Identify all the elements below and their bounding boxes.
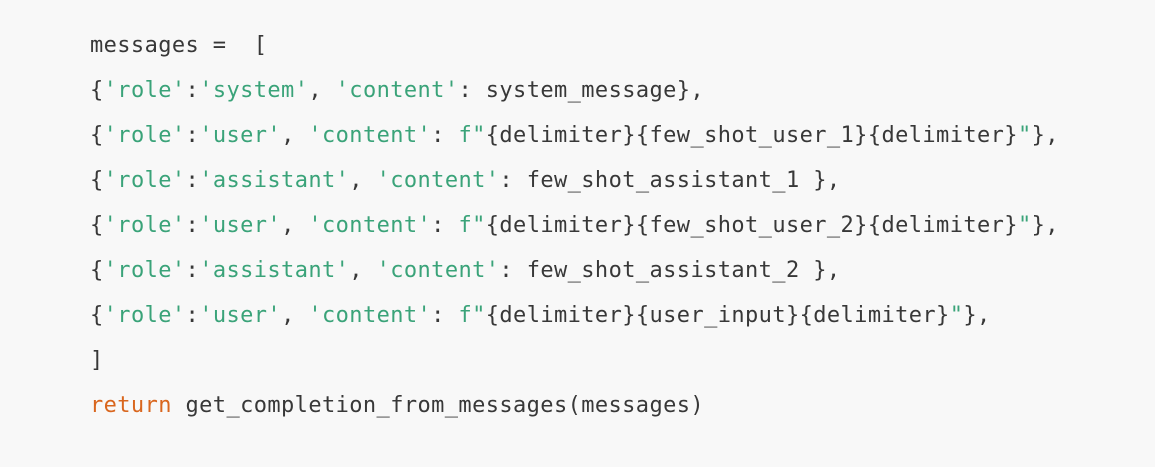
code-token: : [185, 78, 200, 103]
code-token: : few_shot_assistant_1 }, [499, 168, 841, 193]
code-token: : [431, 213, 459, 238]
code-line: return get_completion_from_messages(mess… [90, 383, 1155, 428]
code-token: , [281, 123, 309, 148]
string-token: 'assistant' [199, 258, 350, 283]
string-token: 'content' [376, 168, 500, 193]
code-token: {delimiter}{user_input}{delimiter} [485, 303, 950, 328]
code-token: { [90, 258, 104, 283]
string-token: 'role' [103, 303, 186, 328]
string-token: 'assistant' [199, 168, 350, 193]
string-token: f" [458, 303, 486, 328]
code-token: , [281, 213, 309, 238]
string-token: " [949, 303, 964, 328]
code-block: messages = [{'role':'system', 'content':… [90, 23, 1155, 428]
string-token: 'system' [199, 78, 309, 103]
code-token: : system_message}, [458, 78, 705, 103]
code-line: {'role':'assistant', 'content': few_shot… [90, 248, 1155, 293]
string-token: 'role' [103, 123, 186, 148]
code-token: { [90, 303, 104, 328]
string-token: 'role' [103, 213, 186, 238]
code-token: {delimiter}{few_shot_user_1}{delimiter} [485, 123, 1018, 148]
code-line: {'role':'user', 'content': f"{delimiter}… [90, 113, 1155, 158]
code-token: ] [90, 348, 104, 373]
code-token: : [431, 303, 459, 328]
code-token: }, [963, 303, 991, 328]
code-token: messages = [ [90, 33, 268, 58]
code-token: { [90, 123, 104, 148]
code-token: : few_shot_assistant_2 }, [499, 258, 841, 283]
code-token: }, [1031, 123, 1059, 148]
code-line: ] [90, 338, 1155, 383]
code-token: { [90, 213, 104, 238]
code-line: {'role':'user', 'content': f"{delimiter}… [90, 203, 1155, 248]
code-token: , [349, 258, 377, 283]
string-token: 'role' [103, 258, 186, 283]
code-token: }, [1031, 213, 1059, 238]
string-token: f" [458, 123, 486, 148]
code-token: : [431, 123, 459, 148]
code-token: : [185, 258, 200, 283]
code-line: {'role':'system', 'content': system_mess… [90, 68, 1155, 113]
keyword-token: return [90, 393, 172, 418]
code-line: messages = [ [90, 23, 1155, 68]
code-line: {'role':'assistant', 'content': few_shot… [90, 158, 1155, 203]
string-token: f" [458, 213, 486, 238]
string-token: 'content' [308, 213, 432, 238]
code-token: , [281, 303, 309, 328]
string-token: 'role' [103, 168, 186, 193]
code-line: {'role':'user', 'content': f"{delimiter}… [90, 293, 1155, 338]
code-token: , [308, 78, 336, 103]
string-token: 'user' [199, 123, 282, 148]
string-token: 'content' [308, 123, 432, 148]
code-token: : [185, 303, 200, 328]
code-token: : [185, 213, 200, 238]
code-token: {delimiter}{few_shot_user_2}{delimiter} [485, 213, 1018, 238]
code-token: : [185, 123, 200, 148]
string-token: 'content' [335, 78, 459, 103]
string-token: 'user' [199, 303, 282, 328]
code-token: : [185, 168, 200, 193]
string-token: 'content' [376, 258, 500, 283]
code-token: , [349, 168, 377, 193]
string-token: " [1017, 213, 1032, 238]
code-token: { [90, 78, 104, 103]
code-token: get_completion_from_messages(messages) [171, 393, 705, 418]
string-token: 'user' [199, 213, 282, 238]
string-token: " [1017, 123, 1032, 148]
code-token: { [90, 168, 104, 193]
code-panel: messages = [{'role':'system', 'content':… [0, 0, 1155, 467]
string-token: 'role' [103, 78, 186, 103]
string-token: 'content' [308, 303, 432, 328]
